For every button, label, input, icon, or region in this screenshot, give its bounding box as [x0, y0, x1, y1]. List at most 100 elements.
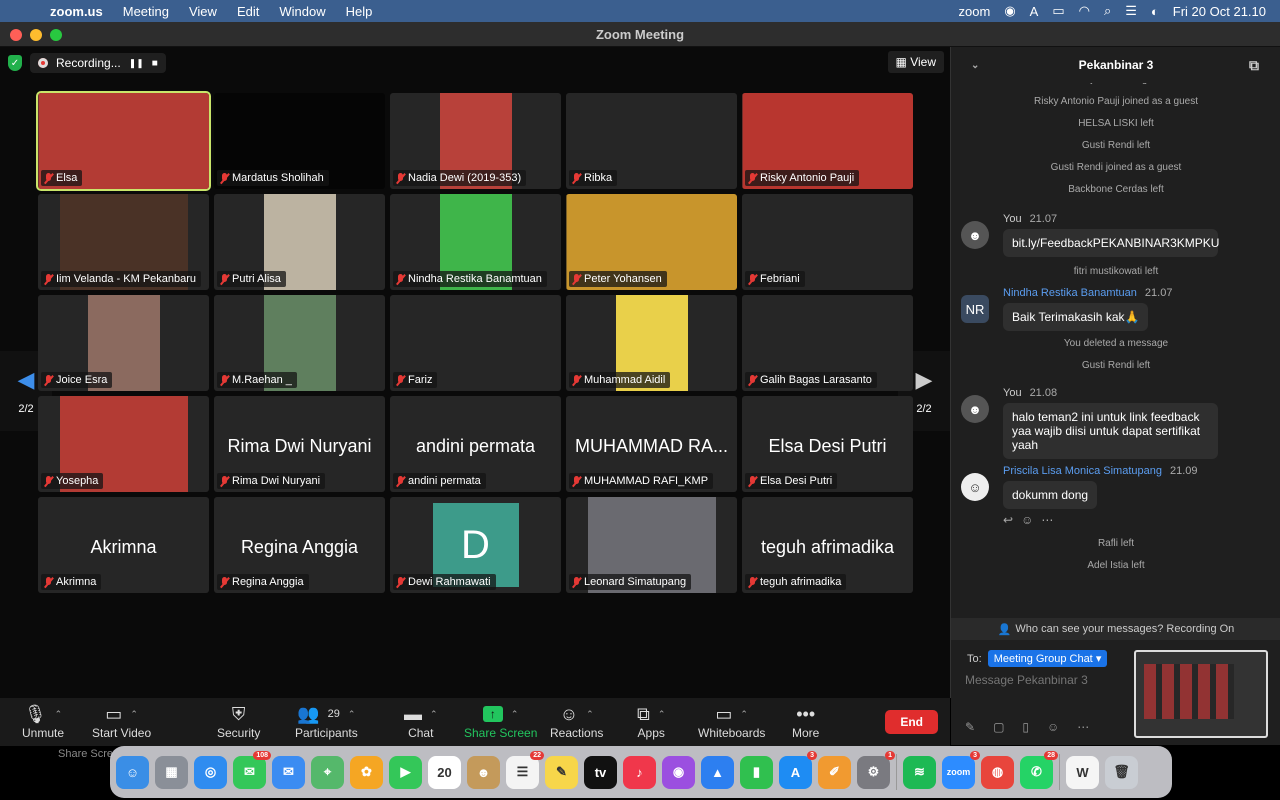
unmute-button[interactable]: 🎙 ⌃ Unmute: [22, 702, 64, 741]
participant-tile[interactable]: Nadia Dewi (2019-353): [390, 93, 561, 189]
spotlight-search-icon[interactable]: ⌕: [1104, 3, 1111, 19]
word-document-icon[interactable]: W: [1066, 755, 1099, 789]
participant-tile[interactable]: D Dewi Rahmawati: [390, 497, 561, 593]
participant-tile[interactable]: Ribka: [566, 93, 737, 189]
battery-icon[interactable]: ▭: [1052, 3, 1064, 19]
menu-edit[interactable]: Edit: [227, 4, 269, 19]
podcasts-icon[interactable]: ◉: [662, 755, 695, 789]
participant-tile[interactable]: Rima Dwi Nuryani Rima Dwi Nuryani: [214, 396, 385, 492]
zoom-window-button[interactable]: [50, 29, 62, 41]
message-bubble[interactable]: halo teman2 ini untuk link feedback yaa …: [1003, 403, 1218, 459]
participant-tile[interactable]: Yosepha: [38, 396, 209, 492]
popout-chat-icon[interactable]: ⧉: [1249, 57, 1259, 74]
participant-tile[interactable]: M.Raehan _: [214, 295, 385, 391]
participant-tile[interactable]: Akrimna Akrimna: [38, 497, 209, 593]
chevron-down-icon[interactable]: ⌄: [971, 60, 979, 71]
facetime-icon[interactable]: ▶: [389, 755, 422, 789]
message-bubble[interactable]: bit.ly/FeedbackPEKANBINAR3KMPKU: [1003, 229, 1219, 257]
more-button[interactable]: ••• More: [792, 702, 819, 741]
pause-recording-icon[interactable]: ❚❚: [129, 58, 144, 69]
close-window-button[interactable]: [10, 29, 22, 41]
format-text-icon[interactable]: ✎: [965, 720, 975, 734]
participant-tile[interactable]: Putri Alisa: [214, 194, 385, 290]
minimize-window-button[interactable]: [30, 29, 42, 41]
music-icon[interactable]: ♪: [623, 755, 656, 789]
chat-messages[interactable]: Fariz joined as a guest Risky Antonio Pa…: [951, 83, 1280, 618]
finder-icon[interactable]: ☺: [116, 755, 149, 789]
add-reaction-icon[interactable]: ☺: [1021, 513, 1041, 527]
system-settings-icon[interactable]: ⚙ 1: [857, 750, 895, 789]
participant-tile[interactable]: Elsa: [36, 91, 211, 191]
participant-tile[interactable]: Mardatus Sholihah: [214, 93, 385, 189]
participant-tile[interactable]: Nindha Restika Banamtuan: [390, 194, 561, 290]
zoom-menu-extra[interactable]: zoom: [959, 4, 991, 19]
participant-tile[interactable]: teguh afrimadika teguh afrimadika: [742, 497, 913, 593]
menu-window[interactable]: Window: [269, 4, 335, 19]
chevron-up-icon[interactable]: ⌃: [511, 709, 519, 720]
whiteboards-button[interactable]: ▭ ⌃ Whiteboards: [698, 702, 765, 741]
contacts-icon[interactable]: ☻: [467, 755, 500, 789]
launchpad-icon[interactable]: ▦: [155, 755, 188, 789]
participant-tile[interactable]: Risky Antonio Pauji: [742, 93, 913, 189]
participant-tile[interactable]: Muhammad Aidil: [566, 295, 737, 391]
reactions-button[interactable]: ☺ ⌃ Reactions: [550, 702, 603, 741]
participant-tile[interactable]: Leonard Simatupang: [566, 497, 737, 593]
apple-tv-icon[interactable]: tv: [584, 755, 617, 789]
chevron-up-icon[interactable]: ⌃: [658, 709, 666, 720]
calendar-icon[interactable]: 20: [428, 755, 461, 789]
maps-icon[interactable]: ⌖: [311, 755, 344, 789]
safari-icon[interactable]: ◎: [194, 755, 227, 789]
menu-help[interactable]: Help: [336, 4, 383, 19]
chevron-up-icon[interactable]: ⌃: [55, 709, 63, 720]
who-can-see-banner[interactable]: 👤 Who can see your messages? Recording O…: [951, 618, 1280, 640]
participant-tile[interactable]: Galih Bagas Larasanto: [742, 295, 913, 391]
screenshot-icon[interactable]: ▢: [993, 720, 1004, 734]
participants-button[interactable]: 👥 29 ⌃ Participants: [295, 702, 358, 741]
reminders-icon[interactable]: ☰ 22: [506, 750, 544, 789]
keynote-icon[interactable]: ▲: [701, 755, 734, 789]
zoom-icon[interactable]: zoom 3: [942, 750, 980, 789]
trash-icon[interactable]: 🗑: [1105, 755, 1138, 789]
security-button[interactable]: ⛨ Security: [217, 702, 260, 741]
participant-tile[interactable]: Elsa Desi Putri Elsa Desi Putri: [742, 396, 913, 492]
chevron-up-icon[interactable]: ⌃: [430, 709, 438, 720]
numbers-icon[interactable]: ▮: [740, 755, 773, 789]
chevron-up-icon[interactable]: ⌃: [740, 709, 748, 720]
chevron-up-icon[interactable]: ⌃: [586, 709, 594, 720]
notes-icon[interactable]: ✎: [545, 755, 578, 789]
sender-name[interactable]: Priscila Lisa Monica Simatupang: [1003, 465, 1162, 477]
spotify-icon[interactable]: ≋: [903, 755, 936, 789]
chevron-up-icon[interactable]: ⌃: [130, 709, 138, 720]
whatsapp-icon[interactable]: ✆ 28: [1020, 750, 1058, 789]
photos-icon[interactable]: ✿: [350, 755, 383, 789]
app-store-icon[interactable]: A3: [779, 750, 817, 789]
more-dots-icon[interactable]: ⋯: [1077, 720, 1089, 734]
input-source-icon[interactable]: A: [1030, 4, 1039, 19]
emoji-icon[interactable]: ☺: [1047, 720, 1059, 734]
message-input[interactable]: [965, 673, 1125, 687]
chat-button[interactable]: ▬ ⌃ Chat: [404, 702, 438, 741]
apps-button[interactable]: ⧉ ⌃ Apps: [637, 702, 666, 741]
chrome-icon[interactable]: ◍: [981, 755, 1014, 789]
screenshot-thumbnail[interactable]: [1134, 650, 1268, 738]
share-screen-button[interactable]: ↑ ⌃ Share Screen: [464, 702, 537, 740]
recipient-dropdown[interactable]: Meeting Group Chat ▾: [987, 650, 1108, 667]
more-dots-icon[interactable]: ⋯: [1041, 513, 1061, 527]
sender-name[interactable]: Nindha Restika Banamtuan: [1003, 287, 1137, 299]
stop-recording-icon[interactable]: ■: [152, 58, 158, 69]
menu-meeting[interactable]: Meeting: [113, 4, 179, 19]
menu-date-time[interactable]: Fri 20 Oct 21.10: [1173, 4, 1266, 19]
file-icon[interactable]: ▯: [1022, 720, 1029, 734]
start-video-button[interactable]: ▭ ⌃ Start Video: [92, 702, 151, 741]
menu-view[interactable]: View: [179, 4, 227, 19]
menu-app-name[interactable]: zoom.us: [40, 4, 113, 19]
end-meeting-button[interactable]: End: [885, 710, 938, 734]
reply-icon[interactable]: ↩: [1003, 513, 1021, 527]
participant-tile[interactable]: MUHAMMAD RA... MUHAMMAD RAFI_KMP: [566, 396, 737, 492]
participant-tile[interactable]: Fariz: [390, 295, 561, 391]
wifi-icon[interactable]: ◠: [1079, 3, 1090, 19]
screen-recording-icon[interactable]: ◉: [1004, 3, 1015, 19]
message-bubble[interactable]: Baik Terimakasih kak🙏: [1003, 303, 1149, 331]
encryption-shield-icon[interactable]: ✓: [8, 55, 22, 71]
pages-icon[interactable]: ✐: [818, 755, 851, 789]
